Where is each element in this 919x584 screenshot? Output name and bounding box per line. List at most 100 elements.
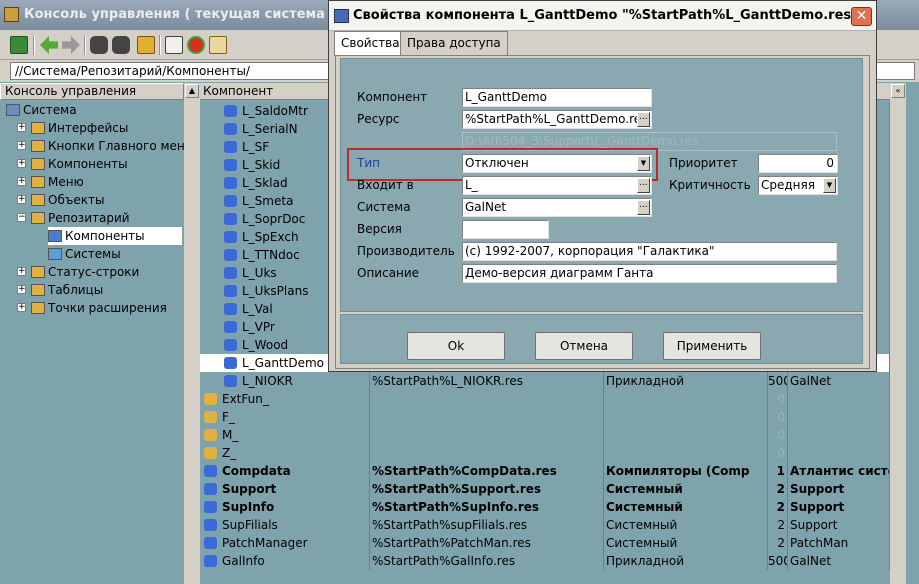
component-cell: Z_ — [200, 444, 370, 462]
collapse-icon[interactable]: − — [17, 213, 26, 222]
binoculars-icon[interactable] — [90, 36, 108, 54]
folder-icon — [204, 393, 217, 405]
expand-icon[interactable]: + — [17, 303, 26, 312]
component-cell: SupInfo — [200, 498, 370, 516]
system-browse-button[interactable]: ... — [637, 200, 650, 215]
system-cell-text: Support — [790, 482, 845, 496]
component-cell-text: L_Skid — [242, 158, 281, 172]
table-row[interactable]: F_ 0 — [200, 408, 890, 426]
expand-icon[interactable]: + — [17, 195, 26, 204]
description-field[interactable]: Демо-версия диаграмм Ганта — [462, 264, 837, 283]
priority-cell: 2 — [768, 498, 788, 516]
table-row[interactable]: L_NIOKR %StartPath%L_NIOKR.res Прикладной 5… — [200, 372, 890, 390]
system-cell: Support — [788, 516, 890, 534]
component-cell-text: ExtFun_ — [222, 392, 269, 406]
scroll-up-icon[interactable]: ▲ — [185, 84, 199, 98]
table-row[interactable]: SupFilials %StartPath%supFilials.res Систе… — [200, 516, 890, 534]
tree-item[interactable]: + Компоненты — [17, 155, 182, 173]
folder-up-icon[interactable] — [137, 36, 155, 54]
system-cell: GalNet — [788, 372, 890, 390]
expand-icon[interactable]: + — [17, 267, 26, 276]
component-cell-text: GalInfo — [222, 554, 265, 568]
tree-item[interactable]: + Кнопки Главного меню — [17, 137, 195, 155]
dialog-icon — [334, 9, 349, 23]
expand-icon[interactable]: + — [17, 177, 26, 186]
type-cell-text: Прикладной — [606, 554, 684, 568]
tab-properties[interactable]: Свойства — [334, 31, 407, 56]
table-row[interactable]: Compdata %StartPath%CompData.res Компилято… — [200, 462, 890, 480]
type-cell-text: Компиляторы (Comp — [606, 464, 750, 478]
table-row[interactable]: SupInfo %StartPath%SupInfo.res Системный 2 S… — [200, 498, 890, 516]
close-icon[interactable]: ✕ — [851, 7, 872, 26]
grid-header-component[interactable]: Компонент — [203, 84, 273, 98]
table-row[interactable]: Z_ 0 — [200, 444, 890, 462]
expand-icon[interactable]: + — [17, 285, 26, 294]
exit-icon[interactable] — [10, 36, 28, 54]
apply-button[interactable]: Применить — [663, 332, 761, 360]
resource-cell-text: %StartPath%supFilials.res — [372, 518, 528, 532]
vendor-field[interactable]: (c) 1992-2007, корпорация "Галактика" — [462, 242, 837, 261]
system-cell-text: GalNet — [790, 374, 832, 388]
tree-view: Система + Интерфейсы + Кнопки Главного меню +… — [0, 101, 195, 581]
priority-field[interactable]: 0 — [758, 154, 838, 173]
component-field[interactable]: L_GanttDemo — [462, 88, 652, 107]
version-field[interactable] — [462, 220, 549, 239]
resource-browse-button[interactable]: ... — [637, 112, 650, 127]
component-cell-text: L_Sklad — [242, 176, 288, 190]
expand-icon[interactable]: + — [17, 141, 26, 150]
tree-item[interactable]: + Интерфейсы — [17, 119, 182, 137]
vendor-label: Производитель — [357, 244, 455, 258]
tree-item[interactable]: + Меню — [17, 173, 182, 191]
table-row[interactable]: M_ 0 — [200, 426, 890, 444]
tree-item[interactable]: + Статус-строки — [17, 263, 182, 281]
refresh-icon[interactable] — [187, 36, 205, 54]
component-cell: M_ — [200, 426, 370, 444]
system-icon — [6, 104, 20, 116]
tree-item[interactable]: + Таблицы — [17, 281, 182, 299]
tree-item[interactable]: Система — [6, 101, 182, 119]
criticality-select[interactable]: Средняя ▼ — [758, 176, 838, 195]
binoculars-next-icon[interactable] — [112, 36, 130, 54]
entry-field[interactable]: L_ ... — [462, 176, 652, 195]
properties-icon[interactable] — [165, 36, 183, 54]
tree-item[interactable]: + Объекты — [17, 191, 182, 209]
tree-scrollbar[interactable]: ▲ — [184, 83, 200, 584]
priority-cell-text: 0 — [777, 446, 785, 460]
tree-item[interactable]: Компоненты — [48, 227, 182, 245]
component-cell-text: L_Wood — [242, 338, 289, 352]
tree-panel: Консоль управления Система + Интерфейсы + Кн… — [0, 83, 195, 584]
export-icon[interactable] — [209, 36, 227, 54]
expand-icon[interactable]: + — [17, 123, 26, 132]
folder-icon — [31, 158, 45, 170]
systems-icon — [48, 248, 62, 260]
table-row[interactable]: Support %StartPath%Support.res Системный 2 S… — [200, 480, 890, 498]
component-icon — [204, 501, 217, 513]
grid-scrollbar[interactable]: « — [890, 83, 906, 584]
tree-item[interactable]: + Точки расширения — [17, 299, 182, 317]
back-arrow-icon[interactable] — [40, 36, 58, 54]
chevron-down-icon[interactable]: ▼ — [823, 178, 836, 193]
entry-browse-button[interactable]: ... — [637, 178, 650, 193]
component-cell-text: L_SpExch — [242, 230, 299, 244]
cancel-button[interactable]: Отмена — [535, 332, 633, 360]
component-properties-dialog: Свойства компонента L_GanttDemo "%StartP… — [328, 0, 877, 372]
dialog-title: Свойства компонента L_GanttDemo "%StartP… — [329, 1, 876, 31]
tree-header: Консоль управления — [0, 83, 184, 100]
tree-item-label: Интерфейсы — [48, 121, 129, 135]
expand-icon[interactable]: + — [17, 159, 26, 168]
tree-item[interactable]: Системы — [48, 245, 182, 263]
ok-button[interactable]: Ok — [407, 332, 505, 360]
forward-arrow-icon[interactable] — [62, 36, 80, 54]
table-row[interactable]: ExtFun_ 0 — [200, 390, 890, 408]
tree-item-label: Статус-строки — [48, 265, 140, 279]
tab-access-rights[interactable]: Права доступа — [400, 31, 508, 55]
resource-field[interactable]: %StartPath%L_GanttDemo.res ... — [462, 110, 652, 129]
tree-item[interactable]: − Репозитарий — [17, 209, 182, 227]
priority-cell-text: 0 — [777, 392, 785, 406]
collapse-panel-icon[interactable]: « — [891, 84, 905, 98]
table-row[interactable]: GalInfo %StartPath%GalInfo.res Прикладной 5… — [200, 552, 890, 570]
table-row[interactable]: PatchManager %StartPath%PatchMan.res Систе… — [200, 534, 890, 552]
system-cell: Support — [788, 480, 890, 498]
component-cell-text: L_SaldoMtr — [242, 104, 308, 118]
system-field[interactable]: GalNet ... — [462, 198, 652, 217]
